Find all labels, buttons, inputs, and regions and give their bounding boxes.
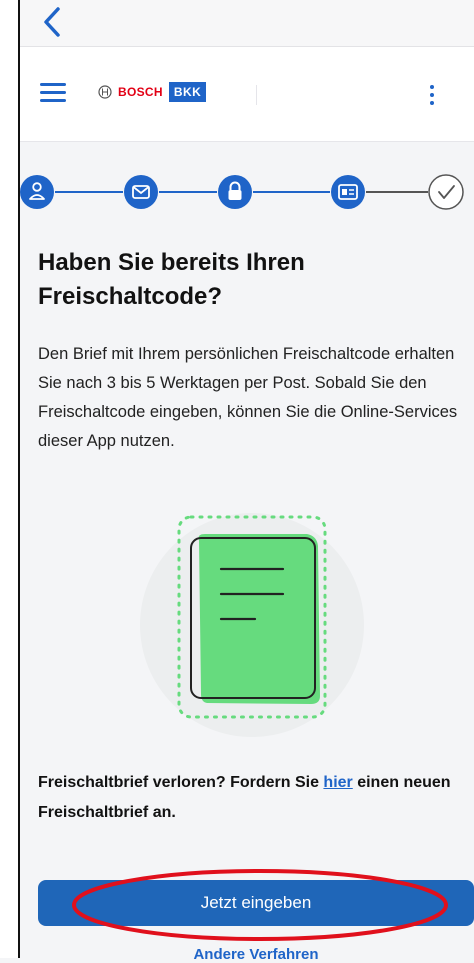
back-chevron-icon[interactable] <box>38 6 68 38</box>
step-personal-icon <box>20 175 54 209</box>
letter-illustration <box>140 513 364 737</box>
request-new-letter-link[interactable]: hier <box>323 774 352 791</box>
top-navigation-bar <box>20 0 474 47</box>
page-title: Haben Sie bereits Ihren Freischaltcode? <box>38 249 305 310</box>
description-text: Den Brief mit Ihrem persönlichen Freisch… <box>38 345 458 450</box>
bosch-emblem-icon <box>98 85 112 99</box>
lost-letter-prefix: Freischaltbrief verloren? Fordern Sie <box>38 774 324 791</box>
step-id-card-icon <box>331 175 365 209</box>
other-methods-link[interactable]: Andere Verfahren <box>38 946 474 963</box>
left-frame-border <box>0 0 20 958</box>
more-options-icon[interactable] <box>422 83 442 107</box>
app-header: BOSCH BKK <box>20 47 474 142</box>
menu-icon[interactable] <box>40 83 66 103</box>
logo-bkk-badge: BKK <box>168 82 207 102</box>
step-mail-icon <box>124 175 158 209</box>
bosch-bkk-logo: BOSCH BKK <box>98 81 207 103</box>
lost-letter-text: Freischaltbrief verloren? Fordern Sie hi… <box>38 768 458 828</box>
enter-now-button[interactable]: Jetzt eingeben <box>38 880 474 926</box>
logo-bosch-text: BOSCH <box>118 85 163 99</box>
progress-stepper <box>20 174 464 210</box>
step-check-circle-icon <box>428 174 464 210</box>
step-lock-icon <box>218 175 252 209</box>
header-divider <box>256 85 257 105</box>
